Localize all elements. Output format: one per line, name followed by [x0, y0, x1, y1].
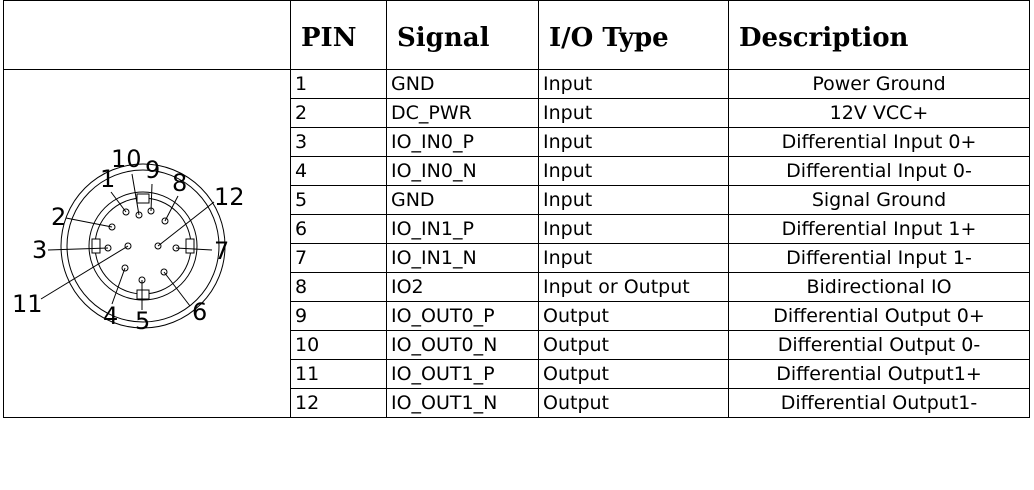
- signal-cell: IO_IN1_P: [386, 214, 539, 244]
- connector-pin-label: 7: [214, 237, 229, 265]
- description-cell: Differential Output 0+: [728, 301, 1030, 331]
- io-type-cell: Input: [538, 69, 729, 99]
- signal-cell: GND: [386, 69, 539, 99]
- signal-cell: IO_IN0_N: [386, 156, 539, 186]
- description-cell: Bidirectional IO: [728, 272, 1030, 302]
- description-cell: Power Ground: [728, 69, 1030, 99]
- pin-cell: 5: [290, 185, 387, 215]
- io-type-cell: Input: [538, 156, 729, 186]
- connector-pin-label: 12: [214, 183, 245, 211]
- io-type-cell: Input: [538, 185, 729, 215]
- header-row: PIN Signal I/O Type Description: [3, 0, 1030, 70]
- pin-cell: 8: [290, 272, 387, 302]
- connector-pin-label: 10: [111, 145, 142, 173]
- io-type-cell: Output: [538, 330, 729, 360]
- io-type-cell: Input: [538, 127, 729, 157]
- description-cell: Differential Input 1-: [728, 243, 1030, 273]
- description-cell: Differential Output1+: [728, 359, 1030, 389]
- signal-cell: GND: [386, 185, 539, 215]
- signal-cell: IO_OUT0_N: [386, 330, 539, 360]
- io-type-cell: Input: [538, 243, 729, 273]
- description-cell: Differential Output 0-: [728, 330, 1030, 360]
- signal-cell: IO_OUT1_N: [386, 388, 539, 418]
- pin-cell: 10: [290, 330, 387, 360]
- pin-cell: 12: [290, 388, 387, 418]
- io-type-cell: Output: [538, 301, 729, 331]
- signal-cell: IO_IN0_P: [386, 127, 539, 157]
- signal-cell: DC_PWR: [386, 98, 539, 128]
- connector-pin-label: 6: [192, 298, 207, 326]
- pin-cell: 4: [290, 156, 387, 186]
- connector-pinout-icon: 1 2 3 4 5 6 7 8 9 10 11 12: [12, 145, 245, 335]
- description-cell: Differential Input 0-: [728, 156, 1030, 186]
- table-row: 1 2 3 4 5 6 7 8 9 10 11 12 1 GND Input P…: [3, 69, 1030, 418]
- connector-pin-label: 3: [32, 236, 47, 264]
- pin-cell: 3: [290, 127, 387, 157]
- io-type-cell: Output: [538, 388, 729, 418]
- description-cell: 12V VCC+: [728, 98, 1030, 128]
- description-column-header: Description: [728, 0, 1030, 70]
- pin-cell: 9: [290, 301, 387, 331]
- pin-column-header: PIN: [290, 0, 387, 70]
- connector-diagram-cell: 1 2 3 4 5 6 7 8 9 10 11 12: [3, 69, 291, 418]
- signal-cell: IO2: [386, 272, 539, 302]
- description-cell: Differential Output1-: [728, 388, 1030, 418]
- connector-pin-label: 9: [145, 156, 160, 184]
- connector-pin-label: 4: [103, 302, 118, 330]
- pinout-table: PIN Signal I/O Type Description 1 2 3 4 …: [3, 0, 1030, 418]
- pin-cell: 11: [290, 359, 387, 389]
- io-type-cell: Output: [538, 359, 729, 389]
- diagram-header-cell: [3, 0, 291, 70]
- io-type-cell: Input: [538, 98, 729, 128]
- io-type-cell: Input: [538, 214, 729, 244]
- description-cell: Differential Input 0+: [728, 127, 1030, 157]
- description-cell: Signal Ground: [728, 185, 1030, 215]
- signal-cell: IO_OUT0_P: [386, 301, 539, 331]
- signal-cell: IO_OUT1_P: [386, 359, 539, 389]
- pin-cell: 7: [290, 243, 387, 273]
- io-type-cell: Input or Output: [538, 272, 729, 302]
- pin-cell: 1: [290, 69, 387, 99]
- pin-cell: 2: [290, 98, 387, 128]
- connector-pin-label: 2: [51, 203, 66, 231]
- connector-pin-label: 8: [172, 169, 187, 197]
- pin-cell: 6: [290, 214, 387, 244]
- connector-pin-label: 5: [135, 307, 150, 335]
- io-type-column-header: I/O Type: [538, 0, 729, 70]
- connector-pin-label: 11: [12, 290, 43, 318]
- m12-connector-diagram: 1 2 3 4 5 6 7 8 9 10 11 12: [8, 74, 286, 414]
- signal-column-header: Signal: [386, 0, 539, 70]
- description-cell: Differential Input 1+: [728, 214, 1030, 244]
- signal-cell: IO_IN1_N: [386, 243, 539, 273]
